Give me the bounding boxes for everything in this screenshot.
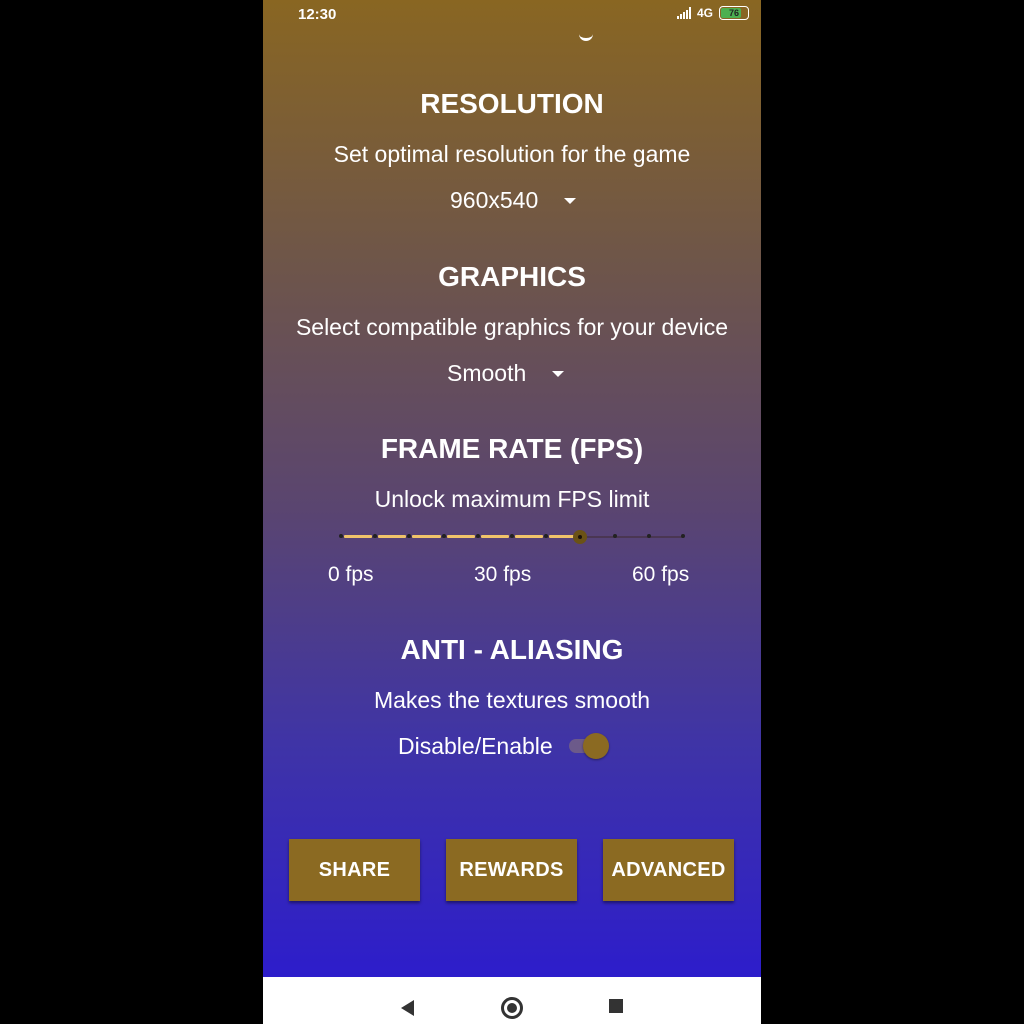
rewards-button[interactable]: REWARDS (446, 839, 577, 901)
home-icon[interactable] (501, 997, 523, 1019)
fps-slider[interactable] (339, 527, 685, 547)
phone-frame: 12:30 4G 76 RESOLUTION Set optimal resol… (263, 0, 761, 1024)
slider-active-segment (515, 535, 544, 538)
anti-aliasing-description: Makes the textures smooth (373, 687, 651, 713)
status-right: 4G 76 (676, 6, 749, 20)
slider-tick (510, 534, 514, 538)
dropdown-arrow-icon (564, 197, 577, 204)
status-bar: 12:30 4G 76 (263, 0, 761, 30)
advanced-button[interactable]: ADVANCED (603, 839, 734, 901)
recent-apps-icon[interactable] (609, 999, 623, 1013)
app-screen: 12:30 4G 76 RESOLUTION Set optimal resol… (263, 0, 761, 977)
battery-level: 76 (728, 8, 739, 18)
frame-rate-description: Unlock maximum FPS limit (374, 486, 650, 512)
resolution-description: Set optimal resolution for the game (333, 141, 691, 167)
scrolled-content-fragment (579, 30, 593, 41)
frame-rate-title: FRAME RATE (FPS) (380, 433, 644, 464)
fps-label-min: 0 fps (328, 563, 374, 586)
slider-tick (441, 534, 446, 538)
slider-tick (339, 534, 343, 538)
slider-active-segment (378, 535, 407, 538)
anti-aliasing-row: Disable/Enable (398, 732, 609, 760)
slider-active-segment (412, 535, 441, 538)
graphics-description: Select compatible graphics for your devi… (295, 314, 729, 340)
battery-icon: 76 (719, 6, 749, 20)
fps-label-mid: 30 fps (474, 563, 532, 586)
network-type: 4G (696, 6, 713, 20)
graphics-title: GRAPHICS (438, 261, 586, 292)
slider-tick (612, 534, 617, 538)
resolution-title: RESOLUTION (420, 88, 604, 119)
slider-tick (646, 534, 651, 538)
slider-active-segment (344, 535, 373, 538)
status-time: 12:30 (298, 6, 337, 23)
resolution-dropdown[interactable]: 960x540 (450, 187, 577, 214)
navigation-bar (263, 977, 761, 1024)
resolution-selected: 960x540 (450, 187, 539, 213)
slider-active-segment (446, 535, 475, 538)
switch-knob (582, 733, 609, 759)
signal-icon (676, 7, 691, 19)
graphics-selected: Smooth (447, 360, 527, 386)
anti-aliasing-title: ANTI - ALIASING (400, 634, 624, 665)
back-icon[interactable] (401, 1000, 414, 1016)
slider-tick (681, 534, 685, 538)
share-button[interactable]: SHARE (289, 839, 420, 901)
dropdown-arrow-icon (552, 370, 565, 377)
anti-aliasing-switch[interactable] (567, 732, 609, 760)
fps-label-max: 60 fps (632, 563, 690, 586)
slider-active-segment (480, 535, 509, 538)
anti-aliasing-toggle-label: Disable/Enable (398, 732, 553, 759)
graphics-dropdown[interactable]: Smooth (447, 360, 565, 387)
slider-tick (475, 534, 480, 538)
